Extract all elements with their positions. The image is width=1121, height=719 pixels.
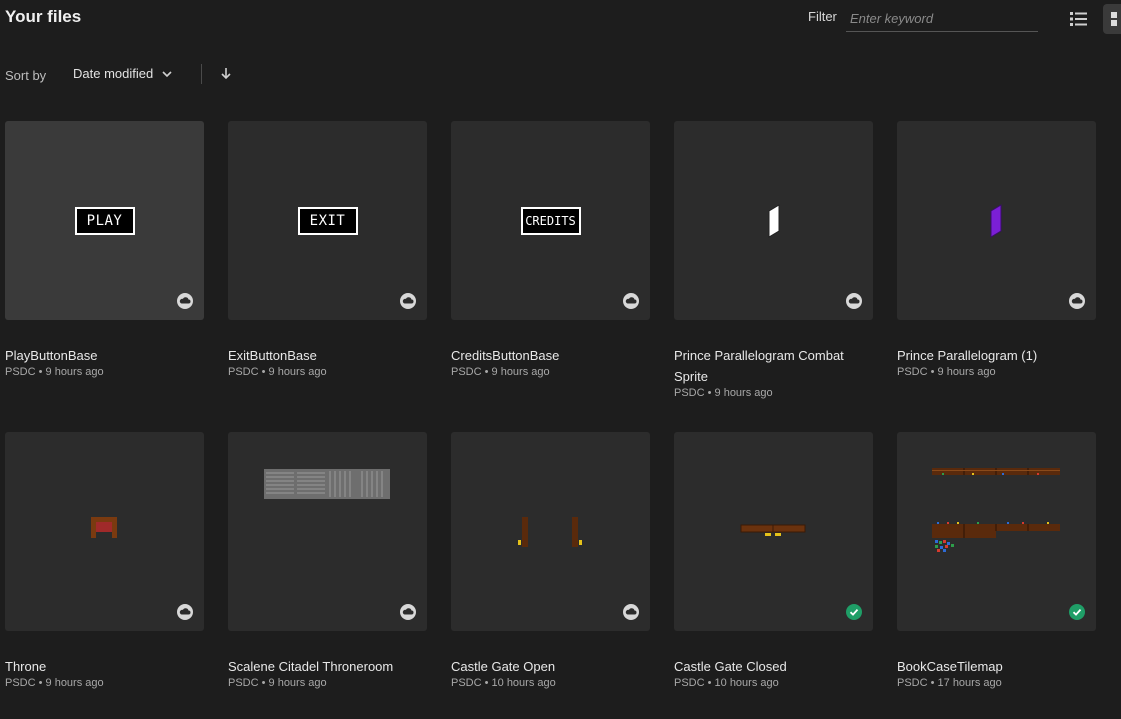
file-name: CreditsButtonBase: [451, 348, 560, 363]
file-meta: PSDC • 9 hours ago: [451, 366, 550, 378]
file-thumbnail: [897, 432, 1096, 631]
file-name: ExitButtonBase: [228, 348, 317, 363]
play-button-art: PLAY: [74, 206, 135, 235]
file-card[interactable]: Prince Parallelogram (1) PSDC • 9 hours …: [897, 121, 1096, 378]
file-name: Castle Gate Open: [451, 659, 556, 674]
white-parallelogram-sprite: [768, 204, 780, 238]
file-thumbnail: [897, 121, 1096, 320]
file-name: BookCaseTilemap: [897, 659, 1003, 674]
exit-button-art: EXIT: [297, 206, 358, 235]
file-card[interactable]: Throne PSDC • 9 hours ago: [5, 432, 204, 689]
file-name: Throne: [5, 659, 47, 674]
file-card[interactable]: Castle Gate Open PSDC • 10 hours ago: [451, 432, 650, 689]
checkmark-icon: [846, 604, 862, 620]
file-meta: PSDC • 9 hours ago: [897, 366, 996, 378]
file-name: Prince Parallelogram (1): [897, 348, 1038, 363]
file-name: Castle Gate Closed: [674, 659, 787, 674]
file-meta: PSDC • 9 hours ago: [228, 366, 327, 378]
cloud-status-icon: [400, 604, 416, 620]
file-thumbnail: EXIT: [228, 121, 427, 320]
page-title: Your files: [5, 7, 82, 26]
sort-selected-value: Date modified: [73, 66, 154, 81]
list-view-button[interactable]: [1068, 8, 1090, 30]
arrow-down-icon: [221, 68, 231, 80]
file-thumbnail: [5, 432, 204, 631]
cloud-status-icon: [623, 604, 639, 620]
throneroom-sprite: [264, 469, 390, 499]
file-thumbnail: [674, 432, 873, 631]
sort-divider: [201, 64, 202, 84]
file-card[interactable]: Prince Parallelogram Combat Sprite PSDC …: [674, 121, 873, 399]
cloud-status-icon: [1069, 293, 1085, 309]
sort-direction-button[interactable]: [218, 64, 234, 82]
cloud-status-icon: [177, 293, 193, 309]
file-meta: PSDC • 9 hours ago: [674, 387, 773, 399]
filter-input[interactable]: [846, 6, 1038, 32]
file-card[interactable]: CREDITS CreditsButtonBase PSDC • 9 hours…: [451, 121, 650, 378]
cloud-status-icon: [177, 604, 193, 620]
file-card[interactable]: BookCaseTilemap PSDC • 17 hours ago: [897, 432, 1096, 689]
file-name: PlayButtonBase: [5, 348, 98, 363]
file-meta: PSDC • 9 hours ago: [5, 366, 104, 378]
file-thumbnail: PLAY: [5, 121, 204, 320]
file-thumbnail: CREDITS: [451, 121, 650, 320]
file-name: Scalene Citadel Throneroom: [228, 659, 394, 674]
file-thumbnail: [451, 432, 650, 631]
file-card[interactable]: EXIT ExitButtonBase PSDC • 9 hours ago: [228, 121, 427, 378]
file-card[interactable]: Castle Gate Closed PSDC • 10 hours ago: [674, 432, 873, 689]
sort-dropdown[interactable]: Date modified: [73, 66, 173, 81]
file-meta: PSDC • 17 hours ago: [897, 677, 1002, 689]
throne-sprite: [91, 517, 117, 538]
grid-view-button[interactable]: [1103, 4, 1121, 34]
bookcase-tilemap-sprite: [932, 468, 1060, 552]
cloud-status-icon: [400, 293, 416, 309]
file-meta: PSDC • 10 hours ago: [674, 677, 779, 689]
filter-label: Filter: [808, 9, 837, 24]
file-name: Prince Parallelogram Combat Sprite: [674, 348, 844, 384]
file-meta: PSDC • 9 hours ago: [5, 677, 104, 689]
chevron-down-icon: [162, 70, 172, 77]
list-view-icon: [1070, 12, 1087, 26]
credits-button-art: CREDITS: [520, 206, 581, 235]
gate-open-sprite: [518, 517, 582, 547]
cloud-status-icon: [846, 293, 862, 309]
purple-parallelogram-sprite: [990, 204, 1002, 238]
grid-view-icon: [1111, 12, 1117, 26]
file-thumbnail: [228, 432, 427, 631]
gate-closed-sprite: [740, 524, 806, 536]
file-meta: PSDC • 9 hours ago: [228, 677, 327, 689]
file-card[interactable]: PLAY PlayButtonBase PSDC • 9 hours ago: [5, 121, 204, 378]
file-meta: PSDC • 10 hours ago: [451, 677, 556, 689]
sort-by-label: Sort by: [5, 68, 47, 83]
cloud-status-icon: [623, 293, 639, 309]
file-thumbnail: [674, 121, 873, 320]
checkmark-icon: [1069, 604, 1085, 620]
file-card[interactable]: Scalene Citadel Throneroom PSDC • 9 hour…: [228, 432, 427, 689]
